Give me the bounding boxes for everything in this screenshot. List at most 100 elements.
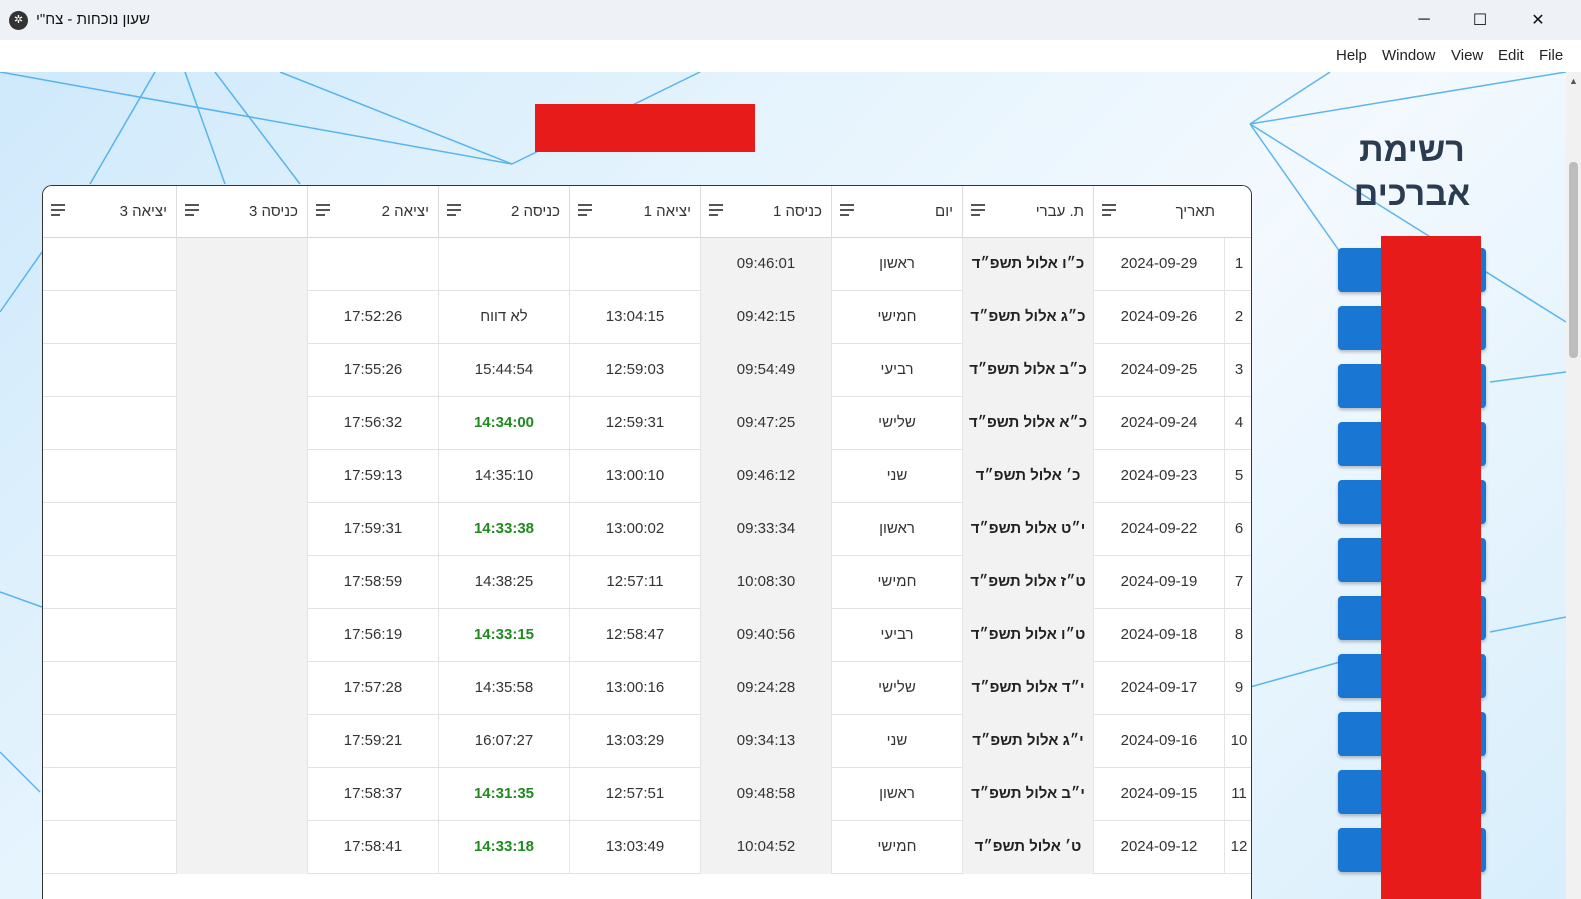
cell-entry-1[interactable]: 09:47:25	[700, 397, 831, 450]
cell-date[interactable]: 2024-09-26	[1093, 291, 1224, 344]
cell-entry-3[interactable]	[176, 821, 307, 874]
cell-exit-1[interactable]: 13:00:10	[569, 450, 700, 503]
row-number[interactable]: 1	[1224, 238, 1251, 291]
scrollbar-thumb[interactable]	[1569, 162, 1578, 358]
cell-day[interactable]: חמישי	[831, 556, 962, 609]
cell-exit-3[interactable]	[43, 609, 176, 662]
cell-day[interactable]: ראשון	[831, 238, 962, 291]
cell-entry-2[interactable]	[438, 238, 569, 291]
cell-entry-2[interactable]: 15:44:54	[438, 344, 569, 397]
cell-exit-1[interactable]: 13:00:16	[569, 662, 700, 715]
cell-hebrew-date[interactable]: י״ב אלול תשפ״ד	[962, 768, 1093, 821]
menu-help[interactable]: Help	[1336, 47, 1367, 64]
vertical-scrollbar[interactable]: ▲	[1566, 72, 1581, 899]
cell-entry-2[interactable]: 14:35:58	[438, 662, 569, 715]
cell-date[interactable]: 2024-09-25	[1093, 344, 1224, 397]
cell-day[interactable]: שלישי	[831, 397, 962, 450]
cell-entry-3[interactable]	[176, 397, 307, 450]
cell-date[interactable]: 2024-09-12	[1093, 821, 1224, 874]
row-number[interactable]: 3	[1224, 344, 1251, 397]
cell-day[interactable]: חמישי	[831, 821, 962, 874]
cell-entry-2[interactable]: 14:33:15	[438, 609, 569, 662]
cell-hebrew-date[interactable]: כ״א אלול תשפ״ד	[962, 397, 1093, 450]
cell-entry-1[interactable]: 09:42:15	[700, 291, 831, 344]
cell-entry-1[interactable]: 10:04:52	[700, 821, 831, 874]
cell-exit-2[interactable]: 17:58:59	[307, 556, 438, 609]
cell-exit-1[interactable]: 12:59:03	[569, 344, 700, 397]
row-number[interactable]: 6	[1224, 503, 1251, 556]
cell-exit-3[interactable]	[43, 503, 176, 556]
cell-entry-3[interactable]	[176, 503, 307, 556]
cell-hebrew-date[interactable]: כ׳ אלול תשפ״ד	[962, 450, 1093, 503]
cell-exit-2[interactable]: 17:57:28	[307, 662, 438, 715]
column-header-day[interactable]: יום	[831, 186, 962, 238]
column-header-entry-3[interactable]: כניסה 3	[176, 186, 307, 238]
column-menu-icon[interactable]	[578, 204, 593, 217]
cell-entry-3[interactable]	[176, 238, 307, 291]
cell-exit-2[interactable]: 17:55:26	[307, 344, 438, 397]
cell-entry-1[interactable]: 09:34:13	[700, 715, 831, 768]
cell-date[interactable]: 2024-09-16	[1093, 715, 1224, 768]
column-menu-icon[interactable]	[1102, 204, 1117, 217]
cell-exit-3[interactable]	[43, 768, 176, 821]
cell-exit-2[interactable]: 17:56:32	[307, 397, 438, 450]
cell-exit-2[interactable]: 17:59:31	[307, 503, 438, 556]
cell-date[interactable]: 2024-09-24	[1093, 397, 1224, 450]
table-row[interactable]: 2 2024-09-26 כ״ג אלול תשפ״ד חמישי 09:42:15 13…	[43, 291, 1251, 344]
column-header-entry-2[interactable]: כניסה 2	[438, 186, 569, 238]
cell-entry-2[interactable]: 14:38:25	[438, 556, 569, 609]
row-number[interactable]: 12	[1224, 821, 1251, 874]
close-button[interactable]: ✕	[1510, 0, 1566, 40]
cell-day[interactable]: ראשון	[831, 768, 962, 821]
column-menu-icon[interactable]	[185, 204, 200, 217]
cell-date[interactable]: 2024-09-18	[1093, 609, 1224, 662]
cell-entry-1[interactable]: 09:24:28	[700, 662, 831, 715]
cell-exit-2[interactable]	[307, 238, 438, 291]
cell-hebrew-date[interactable]: כ״ב אלול תשפ״ד	[962, 344, 1093, 397]
cell-hebrew-date[interactable]: י״ט אלול תשפ״ד	[962, 503, 1093, 556]
cell-day[interactable]: רביעי	[831, 609, 962, 662]
column-header-entry-1[interactable]: כניסה 1	[700, 186, 831, 238]
cell-day[interactable]: שני	[831, 715, 962, 768]
cell-entry-3[interactable]	[176, 556, 307, 609]
cell-entry-3[interactable]	[176, 344, 307, 397]
maximize-button[interactable]: ☐	[1452, 0, 1508, 40]
row-number[interactable]: 8	[1224, 609, 1251, 662]
cell-day[interactable]: חמישי	[831, 291, 962, 344]
cell-exit-3[interactable]	[43, 662, 176, 715]
cell-exit-2[interactable]: 17:56:19	[307, 609, 438, 662]
menu-file[interactable]: File	[1539, 47, 1563, 64]
cell-exit-2[interactable]: 17:52:26	[307, 291, 438, 344]
cell-entry-2[interactable]: 14:34:00	[438, 397, 569, 450]
cell-exit-2[interactable]: 17:58:37	[307, 768, 438, 821]
cell-entry-3[interactable]	[176, 715, 307, 768]
cell-entry-1[interactable]: 09:40:56	[700, 609, 831, 662]
cell-entry-3[interactable]	[176, 291, 307, 344]
cell-exit-3[interactable]	[43, 821, 176, 874]
cell-day[interactable]: שני	[831, 450, 962, 503]
table-row[interactable]: 9 2024-09-17 י״ד אלול תשפ״ד שלישי 09:24:28 13…	[43, 662, 1251, 715]
column-header-date[interactable]: תאריך	[1093, 186, 1224, 238]
table-row[interactable]: 8 2024-09-18 ט״ו אלול תשפ״ד רביעי 09:40:56 12…	[43, 609, 1251, 662]
cell-entry-2[interactable]: לא דווח	[438, 291, 569, 344]
row-number[interactable]: 7	[1224, 556, 1251, 609]
cell-entry-1[interactable]: 09:48:58	[700, 768, 831, 821]
column-menu-icon[interactable]	[840, 204, 855, 217]
cell-hebrew-date[interactable]: ט״ז אלול תשפ״ד	[962, 556, 1093, 609]
table-row[interactable]: 4 2024-09-24 כ״א אלול תשפ״ד שלישי 09:47:25 12…	[43, 397, 1251, 450]
cell-entry-2[interactable]: 16:07:27	[438, 715, 569, 768]
row-number[interactable]: 10	[1224, 715, 1251, 768]
row-number[interactable]: 5	[1224, 450, 1251, 503]
column-menu-icon[interactable]	[51, 204, 66, 217]
column-menu-icon[interactable]	[447, 204, 462, 217]
cell-hebrew-date[interactable]: ט׳ אלול תשפ״ד	[962, 821, 1093, 874]
cell-day[interactable]: ראשון	[831, 503, 962, 556]
cell-exit-1[interactable]: 12:57:11	[569, 556, 700, 609]
cell-exit-3[interactable]	[43, 291, 176, 344]
cell-exit-1[interactable]: 13:04:15	[569, 291, 700, 344]
cell-hebrew-date[interactable]: י״ד אלול תשפ״ד	[962, 662, 1093, 715]
cell-hebrew-date[interactable]: כ״ג אלול תשפ״ד	[962, 291, 1093, 344]
column-menu-icon[interactable]	[709, 204, 724, 217]
cell-entry-1[interactable]: 09:46:01	[700, 238, 831, 291]
table-row[interactable]: 6 2024-09-22 י״ט אלול תשפ״ד ראשון 09:33:34 13…	[43, 503, 1251, 556]
